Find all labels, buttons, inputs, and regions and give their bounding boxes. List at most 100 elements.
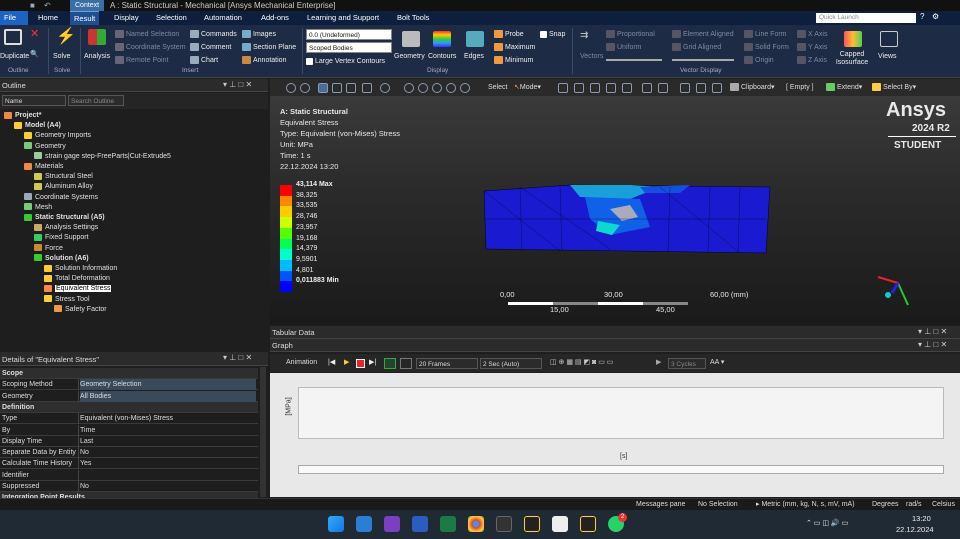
time-scrubber[interactable] xyxy=(298,465,944,474)
ruler-icon[interactable] xyxy=(696,83,706,93)
context-tab[interactable]: Context xyxy=(70,0,105,11)
analysis-icon[interactable] xyxy=(88,29,106,45)
remote-point-button[interactable]: Remote Point xyxy=(115,56,168,65)
annotation-button[interactable]: Annotation xyxy=(242,56,286,65)
tree-item-solution[interactable]: Solution (A6) xyxy=(34,254,89,263)
mechanical-icon[interactable] xyxy=(580,516,596,532)
tab-bolt-tools[interactable]: Bolt Tools xyxy=(393,11,433,25)
box-select-icon[interactable] xyxy=(332,83,342,93)
play-cycles-icon[interactable]: ▶ xyxy=(656,357,661,368)
excel-icon[interactable] xyxy=(440,516,456,532)
tab-result[interactable]: Result xyxy=(70,11,100,25)
edge-select-icon[interactable] xyxy=(574,83,584,93)
geometry-button[interactable]: Geometry xyxy=(394,52,425,61)
snap-checkbox[interactable]: Snap xyxy=(540,30,565,39)
zoom-prev-icon[interactable] xyxy=(432,83,442,93)
tree-item-model[interactable]: Model (A4) xyxy=(14,121,61,130)
comment-button[interactable]: Comment xyxy=(190,43,231,52)
element-select-icon[interactable] xyxy=(642,83,652,93)
select-by-dropdown[interactable]: Select By▾ xyxy=(872,82,916,93)
edges-icon[interactable] xyxy=(466,31,484,47)
details-row[interactable]: Calculate Time History Yes xyxy=(0,458,258,470)
chart-button[interactable]: Chart xyxy=(190,56,218,65)
zoom-fit-icon[interactable] xyxy=(404,83,414,93)
windows-start-icon[interactable] xyxy=(328,516,344,532)
search-icon[interactable]: 🔍 xyxy=(30,50,39,59)
node-select-icon[interactable] xyxy=(622,83,632,93)
capped-isosurface-icon[interactable] xyxy=(844,31,862,47)
tab-addons[interactable]: Add-ons xyxy=(257,11,293,25)
details-row[interactable]: Scoping Method Geometry Selection xyxy=(0,379,258,391)
pin-icon[interactable]: ▾ ⊥ □ ✕ xyxy=(918,327,947,336)
details-row[interactable]: Display Time Last xyxy=(0,435,258,447)
large-vertex-checkbox[interactable]: Large Vertex Contours xyxy=(306,57,385,66)
layer-icon[interactable] xyxy=(362,83,372,93)
duplicate-button[interactable]: Duplicate xyxy=(0,52,29,61)
word-icon[interactable] xyxy=(412,516,428,532)
chart-icon[interactable] xyxy=(712,83,722,93)
tree-item-force[interactable]: Force xyxy=(34,244,63,253)
graphics-viewport[interactable]: A: Static Structural Equivalent Stress T… xyxy=(270,97,960,325)
views-icon[interactable] xyxy=(880,31,898,47)
origin-button[interactable]: Origin xyxy=(744,56,774,65)
capped-isosurface-button[interactable]: Capped Isosurface xyxy=(832,51,872,67)
grid-aligned-button[interactable]: Grid Aligned xyxy=(672,43,721,52)
vector-density-slider[interactable] xyxy=(672,59,734,61)
tree-item-static-structural[interactable]: Static Structural (A5) xyxy=(24,213,105,222)
magnify-icon[interactable] xyxy=(460,83,470,93)
zoom-in-icon[interactable] xyxy=(286,83,296,93)
rotate-icon[interactable] xyxy=(380,83,390,93)
solve-button[interactable]: Solve xyxy=(53,52,71,61)
details-row[interactable]: Geometry All Bodies xyxy=(0,390,258,402)
notion-icon[interactable] xyxy=(496,516,512,532)
named-selection-button[interactable]: Named Selection xyxy=(115,30,179,39)
details-row[interactable]: Type Equivalent (von-Mises) Stress xyxy=(0,413,258,425)
copilot-icon[interactable] xyxy=(384,516,400,532)
minimum-button[interactable]: Minimum xyxy=(494,56,533,65)
comment-icon[interactable] xyxy=(680,83,690,93)
temp-unit[interactable]: Celsius xyxy=(932,499,955,510)
zoom-box-icon[interactable] xyxy=(418,83,428,93)
solid-form-button[interactable]: Solid Form xyxy=(744,43,789,52)
zoom-next-icon[interactable] xyxy=(446,83,456,93)
duplicate-icon[interactable] xyxy=(4,29,22,45)
proportional-button[interactable]: Proportional xyxy=(606,30,655,39)
duration-select[interactable]: 2 Sec (Auto) xyxy=(480,358,542,369)
settings-icon[interactable]: ⚙ xyxy=(932,12,939,21)
scope-select[interactable]: Scoped Bodies xyxy=(306,42,392,53)
zoom-out-icon[interactable] xyxy=(300,83,310,93)
images-button[interactable]: Images xyxy=(242,30,276,39)
select-mode-icon[interactable] xyxy=(318,83,328,93)
cycles-input[interactable]: 3 Cycles xyxy=(668,358,706,369)
details-row[interactable]: Separate Data by Entity No xyxy=(0,447,258,459)
vectors-button[interactable]: Vectors xyxy=(580,52,603,61)
messages-pane-button[interactable]: Messages pane xyxy=(636,499,685,510)
tab-automation[interactable]: Automation xyxy=(200,11,246,25)
tree-item-project[interactable]: Project* xyxy=(4,111,41,120)
next-frame-icon[interactable]: ▶| xyxy=(369,357,376,368)
pin-icon[interactable]: ▾ ⊥ □ ✕ xyxy=(223,353,252,362)
commands-button[interactable]: Commands xyxy=(190,30,237,39)
probe-button[interactable]: Probe xyxy=(494,30,524,39)
zoom-icon[interactable]: ◫ ⊕ ▦ ▤ ◩ ◙ ▭ ▭ xyxy=(550,357,613,368)
vector-length-slider[interactable] xyxy=(606,59,662,61)
tab-selection[interactable]: Selection xyxy=(152,11,191,25)
tree-item-analysis-settings[interactable]: Analysis Settings xyxy=(34,223,98,232)
select-button[interactable]: Select xyxy=(488,82,507,93)
unit-system[interactable]: ▸ Metric (mm, kg, N, s, mV, mA) xyxy=(756,499,855,510)
tree-item-equivalent-stress[interactable]: Equivalent Stress xyxy=(44,284,112,293)
tree-item-mesh[interactable]: Mesh xyxy=(24,203,52,212)
maximum-button[interactable]: Maximum xyxy=(494,43,535,52)
frames-select[interactable]: 20 Frames xyxy=(416,358,478,369)
tab-learning[interactable]: Learning and Support xyxy=(303,11,383,25)
vertex-select-icon[interactable] xyxy=(558,83,568,93)
workbench-icon[interactable] xyxy=(524,516,540,532)
file-icon[interactable] xyxy=(552,516,568,532)
line-form-button[interactable]: Line Form xyxy=(744,30,787,39)
tree-item-fixed-support[interactable]: Fixed Support xyxy=(34,233,89,242)
play-icon[interactable]: ▶ xyxy=(344,357,349,368)
tree-item-safety-factor[interactable]: Safety Factor xyxy=(54,305,107,314)
tree-item-geometry-imports[interactable]: Geometry Imports xyxy=(24,131,91,140)
graph-plot-area[interactable]: [MPa] [s] xyxy=(270,373,960,497)
help-icon[interactable]: ? xyxy=(920,12,924,21)
